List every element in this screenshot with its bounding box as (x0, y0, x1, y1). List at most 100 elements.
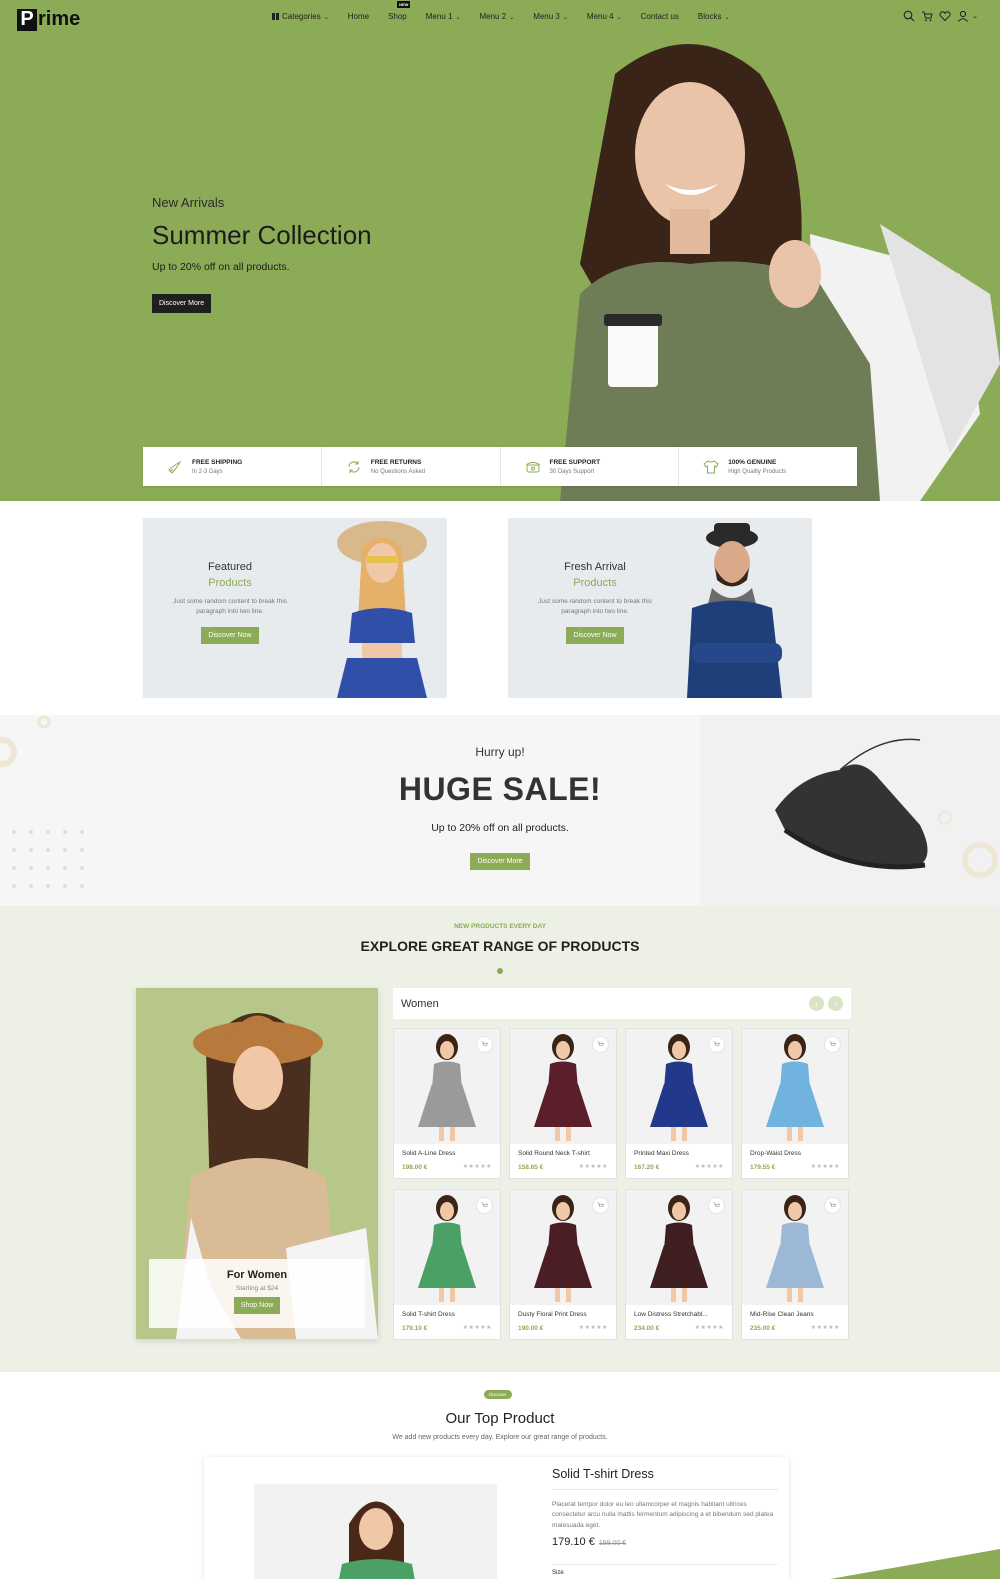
cart-icon (597, 1202, 604, 1207)
features-bar: FREE SHIPPING In 2-3 Days FREE RETURNS No … (143, 447, 857, 486)
product-name[interactable]: Mid-Rise Clean Jeans (750, 1311, 845, 1318)
nav-label: Categories (282, 12, 321, 21)
add-to-cart-button[interactable] (824, 1036, 841, 1053)
chevron-down-icon: ⌄ (455, 15, 461, 21)
nav-item-categories[interactable]: Categories ⌄ (272, 12, 329, 21)
decor-ring-small (37, 715, 51, 729)
promo-man-image (687, 523, 782, 698)
promo-title: Fresh Arrival (564, 561, 626, 573)
sneaker-image (700, 715, 1000, 906)
add-to-cart-button[interactable] (824, 1197, 841, 1214)
top-product-price-row: 179.10 €199.00 € (552, 1536, 778, 1548)
product-card[interactable]: Dusty Floral Print Dress 190.00 € ★★★★★ (509, 1189, 617, 1340)
hero-subtitle: Up to 20% off on all products. (152, 261, 290, 273)
cart-icon (713, 1202, 720, 1207)
tab-women[interactable]: Women (401, 998, 439, 1010)
add-to-cart-button[interactable] (708, 1036, 725, 1053)
promo-title: Featured (207, 561, 253, 573)
chevron-left-icon[interactable]: ‹ (809, 996, 824, 1011)
women-banner[interactable]: For Women Starting at $24 Shop Now (136, 988, 378, 1339)
product-name[interactable]: Solid T-shirt Dress (402, 1311, 497, 1318)
product-name[interactable]: Dusty Floral Print Dress (518, 1311, 613, 1318)
category-tab-bar: Women ‹ › (393, 988, 851, 1019)
top-product-card: Solid T-shirt Dress Placerat tempor dolo… (204, 1457, 789, 1579)
nav-item-menu-4[interactable]: Menu 4 ⌄ (587, 12, 622, 21)
product-price: 179.10 € (402, 1325, 428, 1332)
add-to-cart-button[interactable] (708, 1197, 725, 1214)
hero-discover-button[interactable]: Discover More (152, 294, 212, 313)
product-card[interactable]: Mid-Rise Clean Jeans 235.00 € ★★★★★ (741, 1189, 849, 1340)
search-icon[interactable] (903, 10, 915, 22)
heart-icon[interactable] (939, 10, 951, 22)
product-price: 158.65 € (518, 1164, 544, 1171)
product-card[interactable]: Printed Maxi Dress 167.20 € ★★★★★ (625, 1028, 733, 1179)
hero-woman-image (560, 44, 1000, 501)
nav-item-home[interactable]: Home (348, 12, 369, 21)
product-price: 190.00 € (518, 1325, 544, 1332)
top-product-subtitle: We add new products every day. Explore o… (392, 1434, 608, 1441)
user-icon[interactable] (957, 10, 969, 22)
promo-discover-button[interactable]: Discover Now (566, 626, 624, 644)
chevron-down-icon: ⌄ (724, 15, 730, 21)
nav-label: Menu 1 (425, 12, 453, 21)
product-price: 235.00 € (750, 1325, 776, 1332)
nav-label: Blocks (697, 12, 722, 21)
women-banner-caption: For Women Starting at $24 Shop Now (149, 1259, 365, 1328)
top-product-section: Discover Our Top Product We add new prod… (0, 1372, 1000, 1579)
top-product-image[interactable] (254, 1484, 497, 1579)
chevron-right-icon[interactable]: › (828, 996, 843, 1011)
product-card[interactable]: Solid T-shirt Dress 179.10 € ★★★★★ (393, 1189, 501, 1340)
logo[interactable]: P rime (17, 8, 80, 31)
cart-icon (481, 1202, 488, 1207)
add-to-cart-button[interactable] (476, 1197, 493, 1214)
shop-now-button[interactable]: Shop Now (233, 1297, 281, 1314)
rating-stars: ★★★★★ (694, 1325, 724, 1331)
top-product-name[interactable]: Solid T-shirt Dress (552, 1467, 778, 1490)
grid-icon (272, 13, 279, 20)
rating-stars: ★★★★★ (462, 1325, 492, 1331)
add-to-cart-button[interactable] (476, 1036, 493, 1053)
phone-icon (525, 461, 540, 472)
product-card[interactable]: Solid Round Neck T-shirt 158.65 € ★★★★★ (509, 1028, 617, 1179)
cart-icon (829, 1202, 836, 1207)
feature-subtitle: 30 Days Support (549, 468, 595, 475)
cart-icon[interactable] (921, 10, 933, 22)
nav-item-menu-2[interactable]: Menu 2 ⌄ (479, 12, 514, 21)
rating-stars: ★★★★★ (578, 1325, 608, 1331)
rating-stars: ★★★★★ (810, 1164, 840, 1170)
nav-item-menu-3[interactable]: Menu 3 ⌄ (533, 12, 568, 21)
product-name[interactable]: Solid A-Line Dress (402, 1150, 497, 1157)
product-card[interactable]: Drop-Waist Dress 179.55 € ★★★★★ (741, 1028, 849, 1179)
nav-label: Shop (388, 12, 407, 21)
product-name[interactable]: Drop-Waist Dress (750, 1150, 845, 1157)
nav-item-contact[interactable]: Contact us (641, 12, 679, 21)
chevron-down-icon: ⌄ (616, 15, 622, 21)
product-name[interactable]: Solid Round Neck T-shirt (518, 1150, 613, 1157)
product-name[interactable]: Low Distress Stretchabl... (634, 1311, 729, 1318)
header-icons: ⌄ (903, 10, 978, 22)
hero-eyebrow: New Arrivals (152, 195, 225, 210)
top-product-title: Our Top Product (445, 1410, 555, 1427)
nav-item-shop[interactable]: NEW Shop (388, 1, 411, 21)
cart-icon (481, 1041, 488, 1046)
nav-label: Home (347, 12, 370, 21)
chevron-down-icon[interactable]: ⌄ (972, 12, 978, 20)
product-card[interactable]: Solid A-Line Dress 198.00 € ★★★★★ (393, 1028, 501, 1179)
product-price: 167.20 € (634, 1164, 660, 1171)
add-to-cart-button[interactable] (592, 1036, 609, 1053)
product-name[interactable]: Printed Maxi Dress (634, 1150, 729, 1157)
nav-item-blocks[interactable]: Blocks ⌄ (698, 12, 730, 21)
nav-label: Menu 4 (586, 12, 614, 21)
rating-stars: ★★★★★ (578, 1164, 608, 1170)
nav-label: Menu 3 (533, 12, 560, 21)
dress-image (339, 1501, 415, 1579)
add-to-cart-button[interactable] (592, 1197, 609, 1214)
promo-subtitle: Products (573, 577, 617, 589)
nav-item-menu-1[interactable]: Menu 1 ⌄ (426, 12, 461, 21)
product-price: 234.00 € (634, 1325, 660, 1332)
feature-title: FREE RETURNS (370, 458, 422, 466)
product-card[interactable]: Low Distress Stretchabl... 234.00 € ★★★★★ (625, 1189, 733, 1340)
sale-discover-button[interactable]: Discover More (470, 853, 530, 870)
promo-discover-button[interactable]: Discover Now (201, 626, 259, 644)
promo-subtitle: Products (208, 577, 252, 589)
